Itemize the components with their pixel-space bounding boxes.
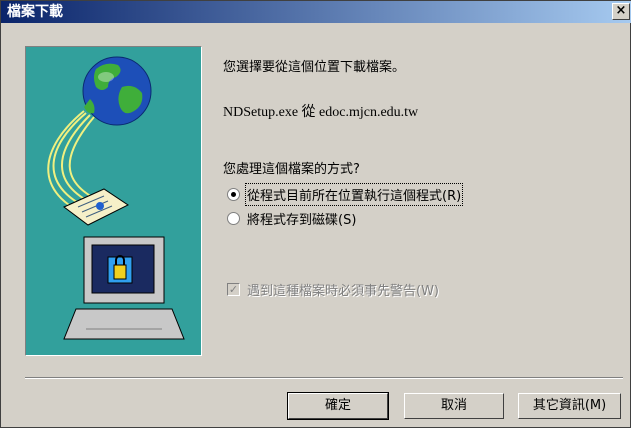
- run-from-location-radio[interactable]: [227, 188, 240, 201]
- title-bar[interactable]: 檔案下載 ×: [1, 1, 631, 23]
- save-to-disk-label[interactable]: 將程式存到磁碟(S): [247, 209, 356, 228]
- always-warn-checkbox[interactable]: ✓: [227, 283, 240, 296]
- more-info-button[interactable]: 其它資訊(M): [518, 393, 621, 419]
- download-illustration: [25, 46, 202, 356]
- ok-button[interactable]: 確定: [287, 392, 389, 420]
- run-from-location-label[interactable]: 從程式目前所在位置執行這個程式(R): [244, 183, 464, 206]
- always-warn-label: 遇到這種檔案時必須事先警告(W): [247, 284, 439, 299]
- button-separator: [25, 377, 623, 379]
- handling-question: 您處理這個檔案的方式?: [223, 162, 360, 177]
- save-to-disk-radio[interactable]: [227, 212, 240, 225]
- download-prompt: 您選擇要從這個位置下載檔案。: [223, 60, 406, 75]
- globe-computer-icon: [47, 56, 185, 340]
- file-download-dialog: 檔案下載 × 您選擇要從這個位置下載檔案。 NDSetup.exe 從 edoc…: [0, 0, 631, 428]
- cancel-button[interactable]: 取消: [404, 393, 504, 419]
- close-button[interactable]: ×: [612, 3, 630, 20]
- window-title: 檔案下載: [7, 4, 63, 20]
- file-source: NDSetup.exe 從 edoc.mjcn.edu.tw: [223, 105, 419, 120]
- radio-selected-dot: [231, 192, 236, 197]
